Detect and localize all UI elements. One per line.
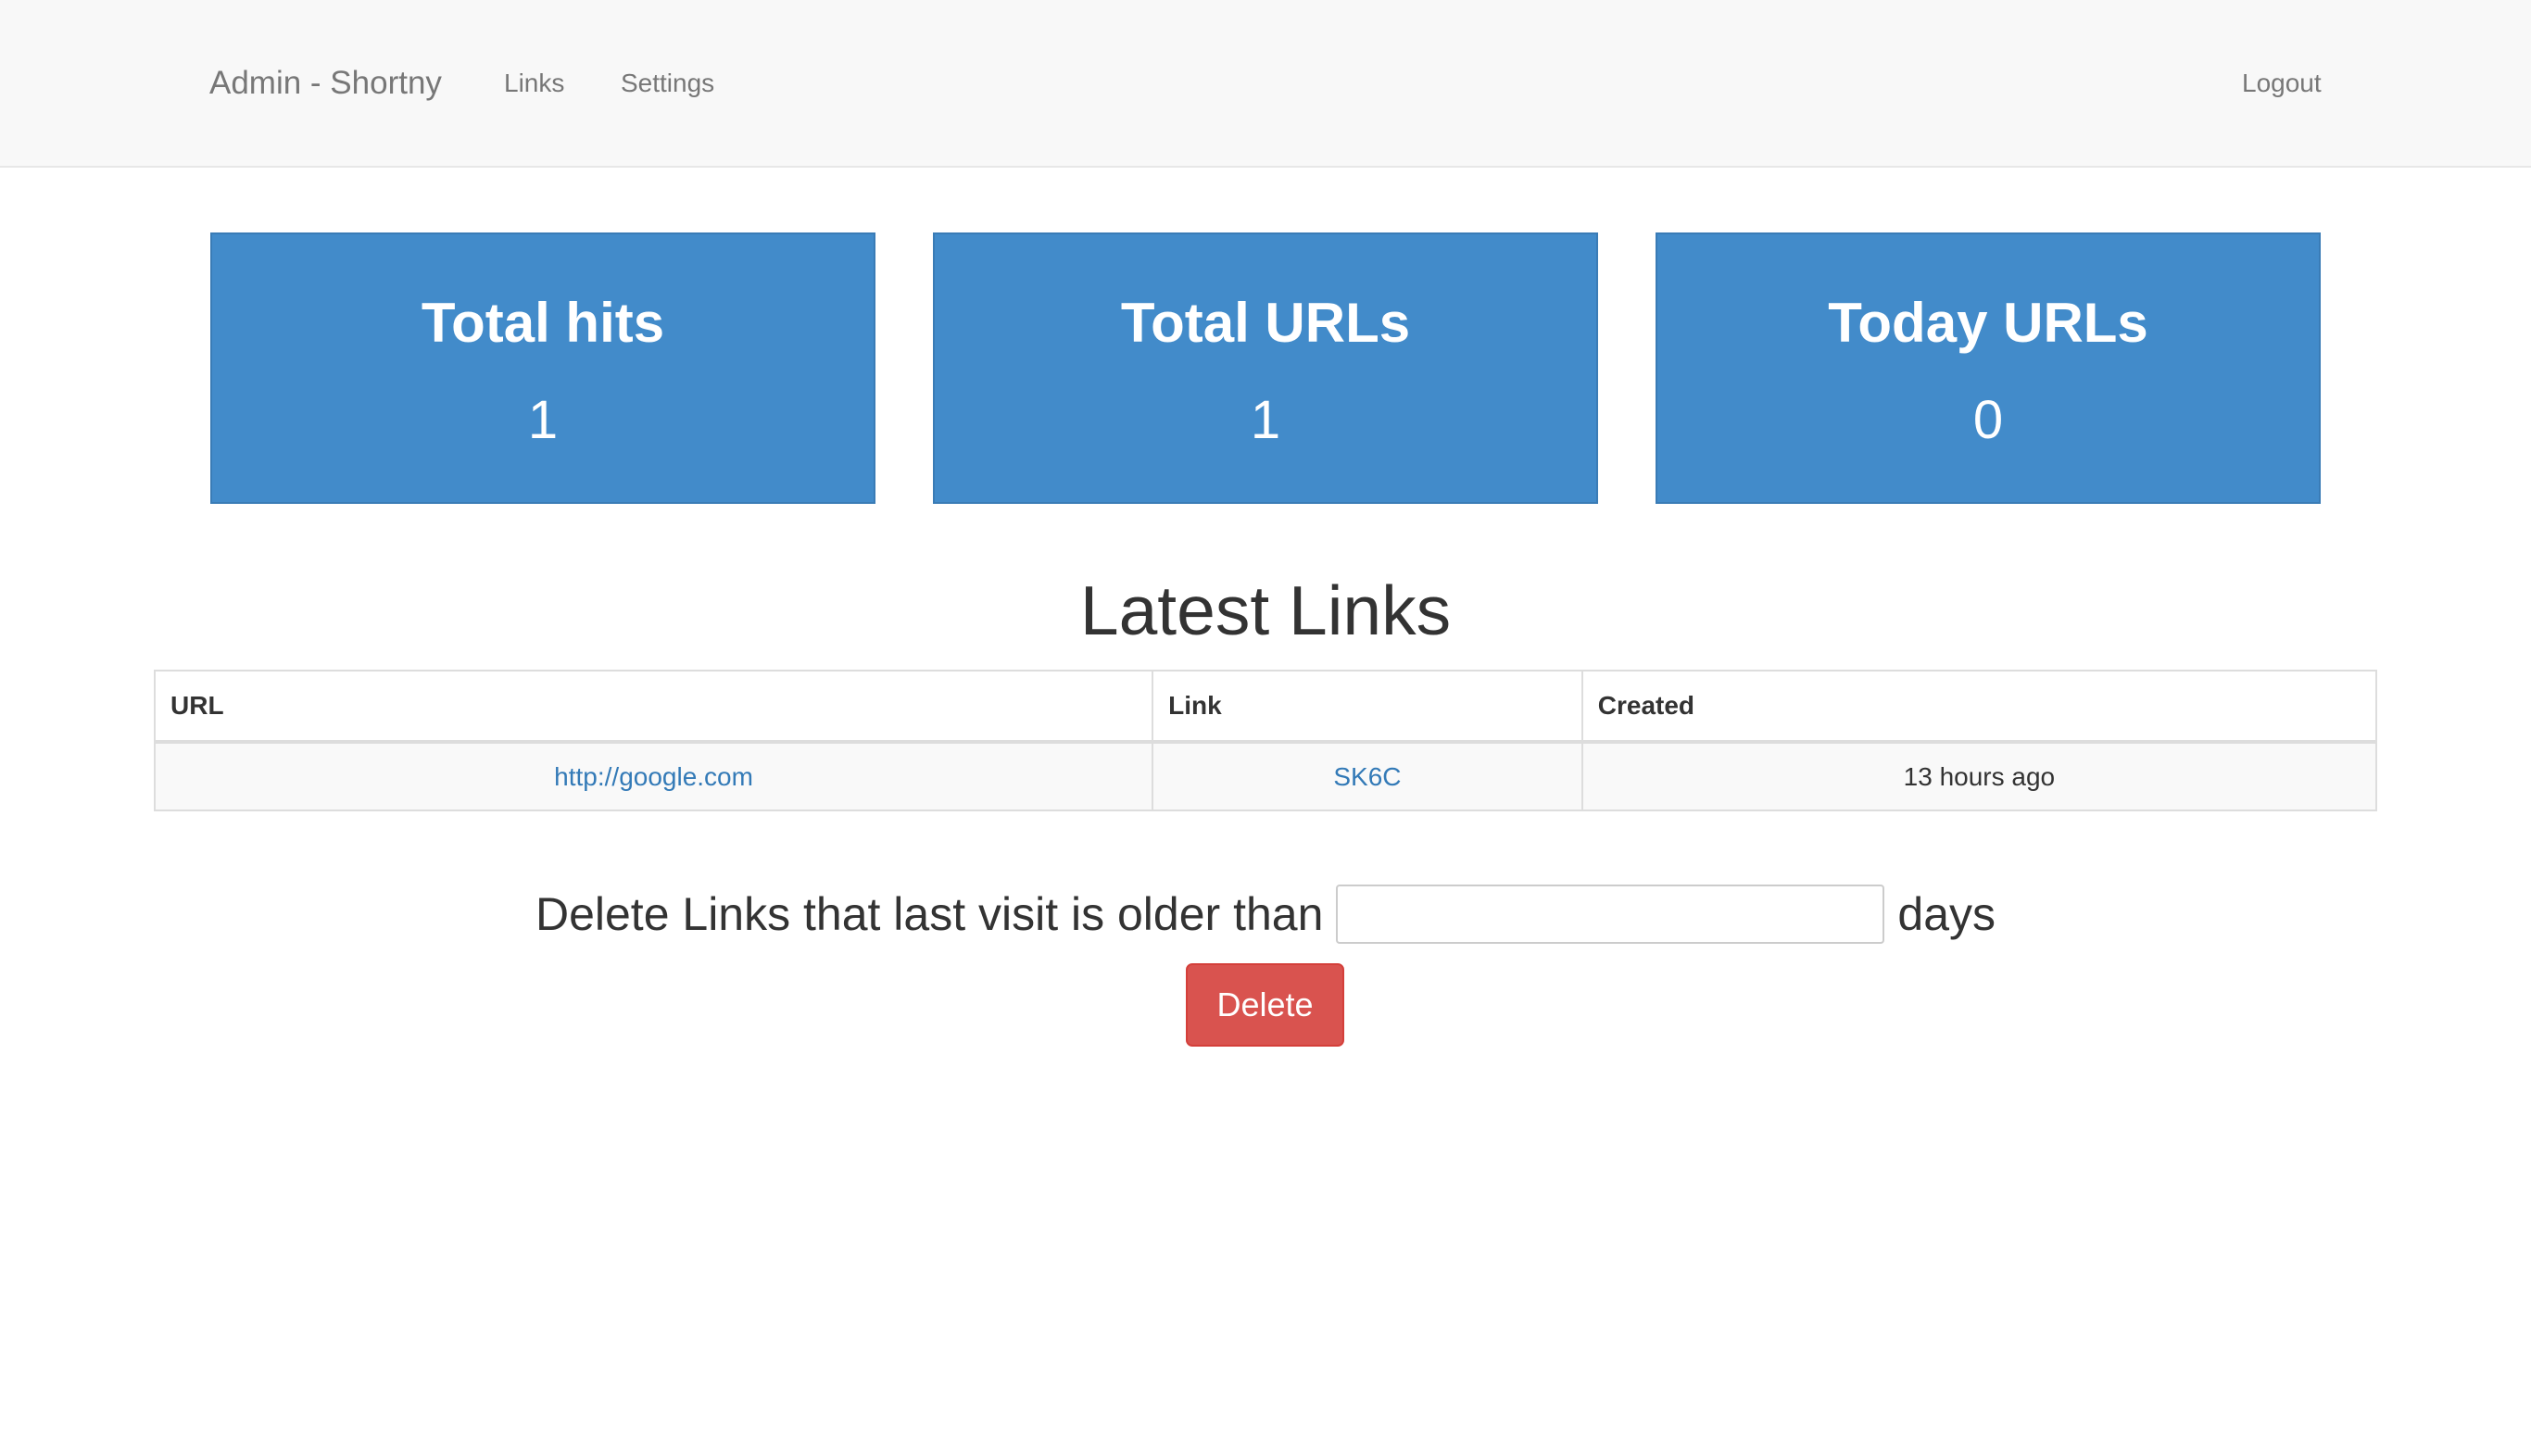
stat-card-total-urls: Total URLs 1 [933, 232, 1598, 504]
cell-url: http://google.com [153, 741, 1154, 811]
column-header-url: URL [153, 670, 1154, 744]
table-header-row: URL Link Created [153, 670, 2378, 744]
delete-button[interactable]: Delete [1186, 963, 1344, 1047]
column-header-link: Link [1152, 670, 1583, 744]
stat-card-today-urls: Today URLs 0 [1656, 232, 2321, 504]
stat-card-total-hits: Total hits 1 [210, 232, 875, 504]
short-link[interactable]: SK6C [1333, 762, 1401, 791]
stat-value: 1 [527, 390, 559, 450]
nav-links-link[interactable]: Links [504, 0, 564, 166]
nav-settings-link[interactable]: Settings [621, 0, 714, 166]
url-link[interactable]: http://google.com [554, 762, 753, 791]
stat-value: 1 [1250, 390, 1281, 450]
delete-prefix-label: Delete Links that last visit is older th… [535, 888, 1324, 940]
delete-form: Delete Links that last visit is older th… [0, 884, 2531, 945]
delete-suffix-label: days [1897, 888, 1996, 940]
stat-label: Total hits [421, 292, 665, 354]
navbar: Admin - Shortny Links Settings Logout [0, 0, 2531, 168]
latest-links-title: Latest Links [1079, 571, 1452, 649]
latest-links-table: URL Link Created http://google.com SK6C … [153, 670, 2378, 811]
days-input[interactable] [1336, 885, 1885, 944]
cell-created: 13 hours ago [1580, 741, 2378, 811]
stat-label: Today URLs [1828, 292, 2148, 354]
cell-link: SK6C [1152, 741, 1583, 811]
stat-value: 0 [1972, 390, 2004, 450]
logout-link[interactable]: Logout [2242, 0, 2322, 166]
column-header-created: Created [1580, 670, 2378, 744]
brand-link[interactable]: Admin - Shortny [209, 0, 442, 166]
stat-label: Total URLs [1120, 292, 1411, 354]
table-row: http://google.com SK6C 13 hours ago [153, 741, 2378, 811]
